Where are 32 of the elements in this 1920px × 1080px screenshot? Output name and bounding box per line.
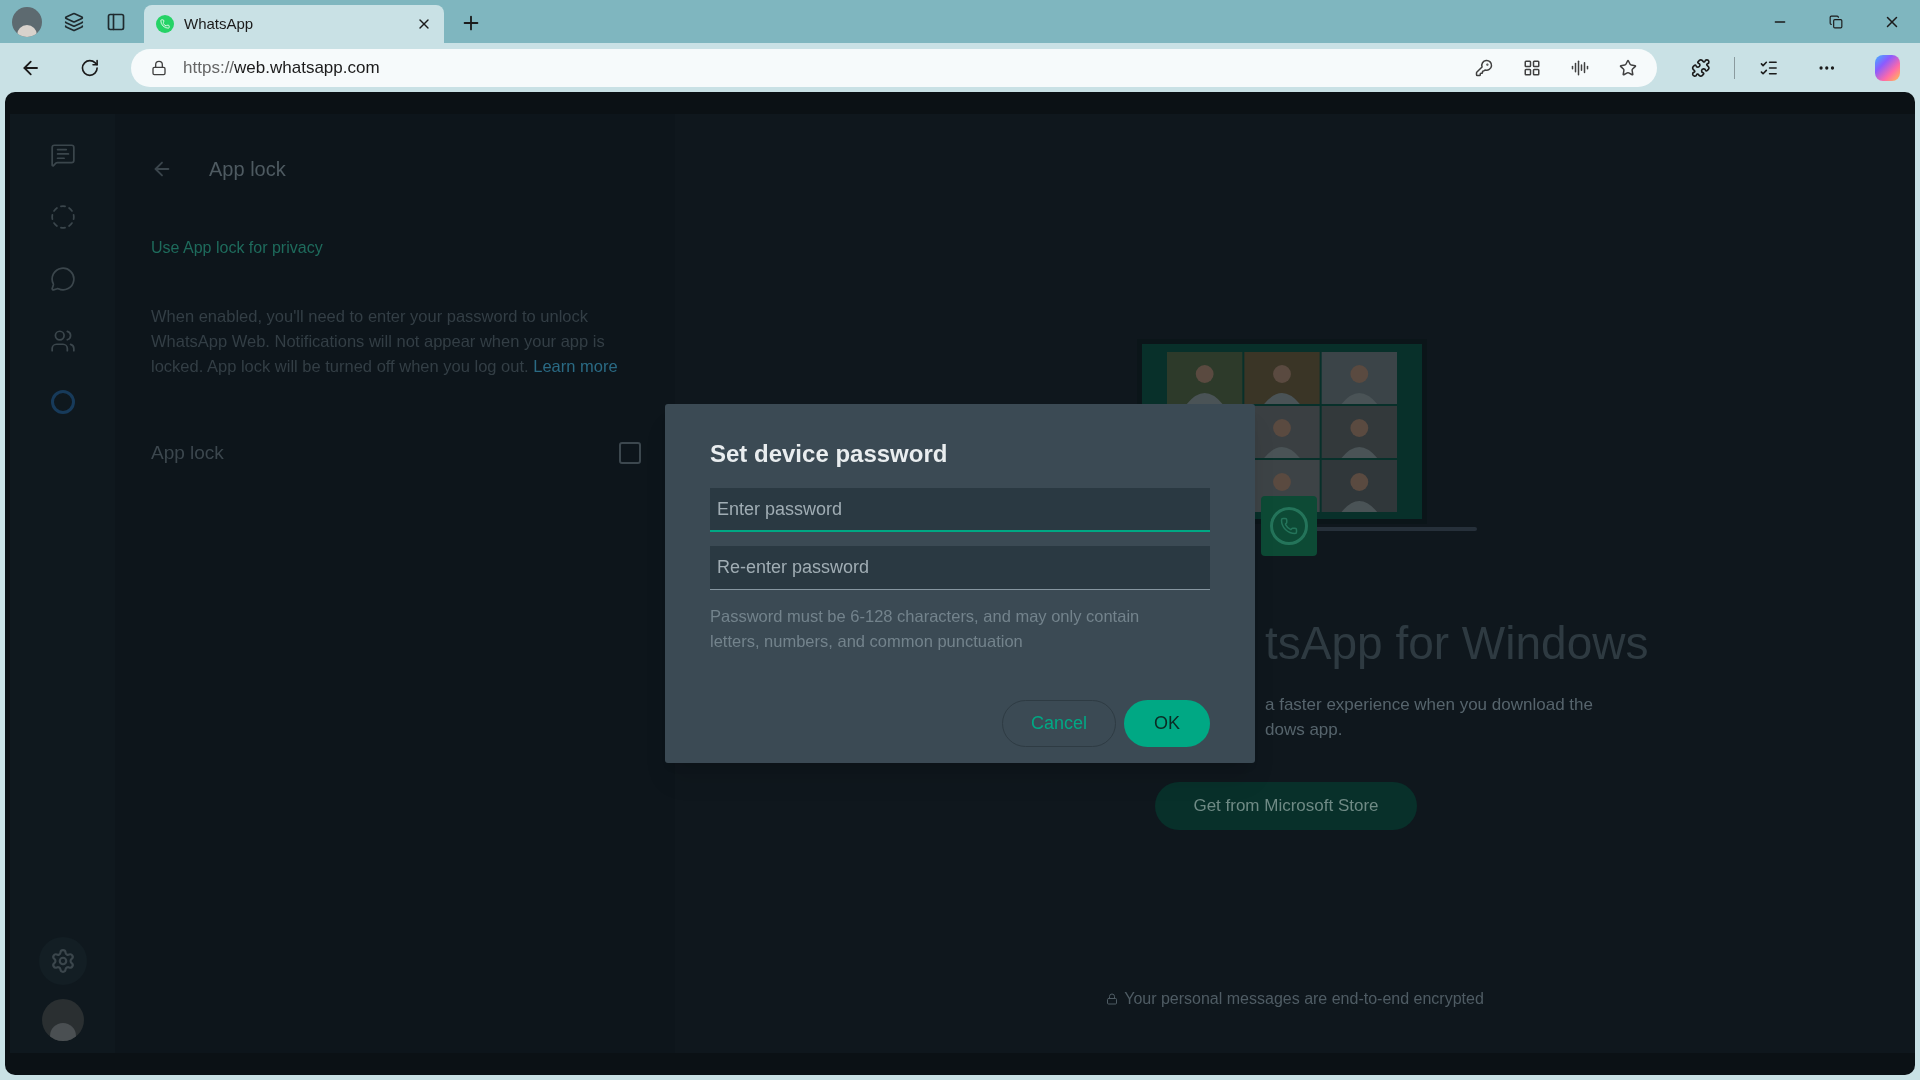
restore-icon[interactable]: [1829, 14, 1843, 29]
panel-title: App lock: [209, 157, 286, 182]
welcome-subtitle: a faster experience when you download the: [1265, 694, 1594, 716]
reload-icon[interactable]: [79, 57, 100, 78]
lock-icon: [1106, 993, 1119, 1005]
ok-button[interactable]: OK: [1124, 700, 1210, 747]
welcome-subtitle: dows app.: [1265, 719, 1344, 741]
profile-avatar[interactable]: [12, 6, 42, 37]
url-text: https://web.whatsapp.com: [183, 56, 380, 79]
store-button[interactable]: Get from Microsoft Store: [1155, 782, 1417, 830]
encryption-note: Your personal messages are end-to-end encrypted: [1124, 989, 1484, 1009]
gear-icon: [49, 948, 76, 974]
learn-more-link[interactable]: Learn more: [533, 357, 618, 375]
key-icon[interactable]: [1474, 58, 1493, 77]
password-hint: Password must be 6-128 characters, and may only contain letters, numbers, and common punctuation: [710, 606, 1141, 652]
address-bar[interactable]: https://web.whatsapp.com: [131, 48, 1657, 87]
read-aloud-icon[interactable]: [1570, 58, 1589, 77]
browser-tab[interactable]: WhatsApp: [144, 5, 444, 43]
password-field[interactable]: Re-enter password: [710, 546, 1210, 590]
password-field[interactable]: Enter password: [710, 488, 1210, 532]
lock-icon: [151, 59, 168, 76]
extensions-icon[interactable]: [1690, 57, 1711, 78]
chat-logo-badge: [1261, 496, 1317, 556]
colorful-assistant-icon[interactable]: [1874, 54, 1900, 81]
checkbox[interactable]: [619, 442, 641, 465]
favorite-star-icon[interactable]: [1618, 58, 1637, 77]
app-grid-icon[interactable]: [1522, 58, 1541, 77]
tab-title: WhatsApp: [184, 13, 255, 34]
collections-icon[interactable]: [64, 11, 84, 32]
section-heading: Use App lock for privacy: [151, 238, 324, 258]
tab-actions-icon[interactable]: [106, 11, 126, 32]
dialog-title: Set device password: [710, 439, 949, 469]
